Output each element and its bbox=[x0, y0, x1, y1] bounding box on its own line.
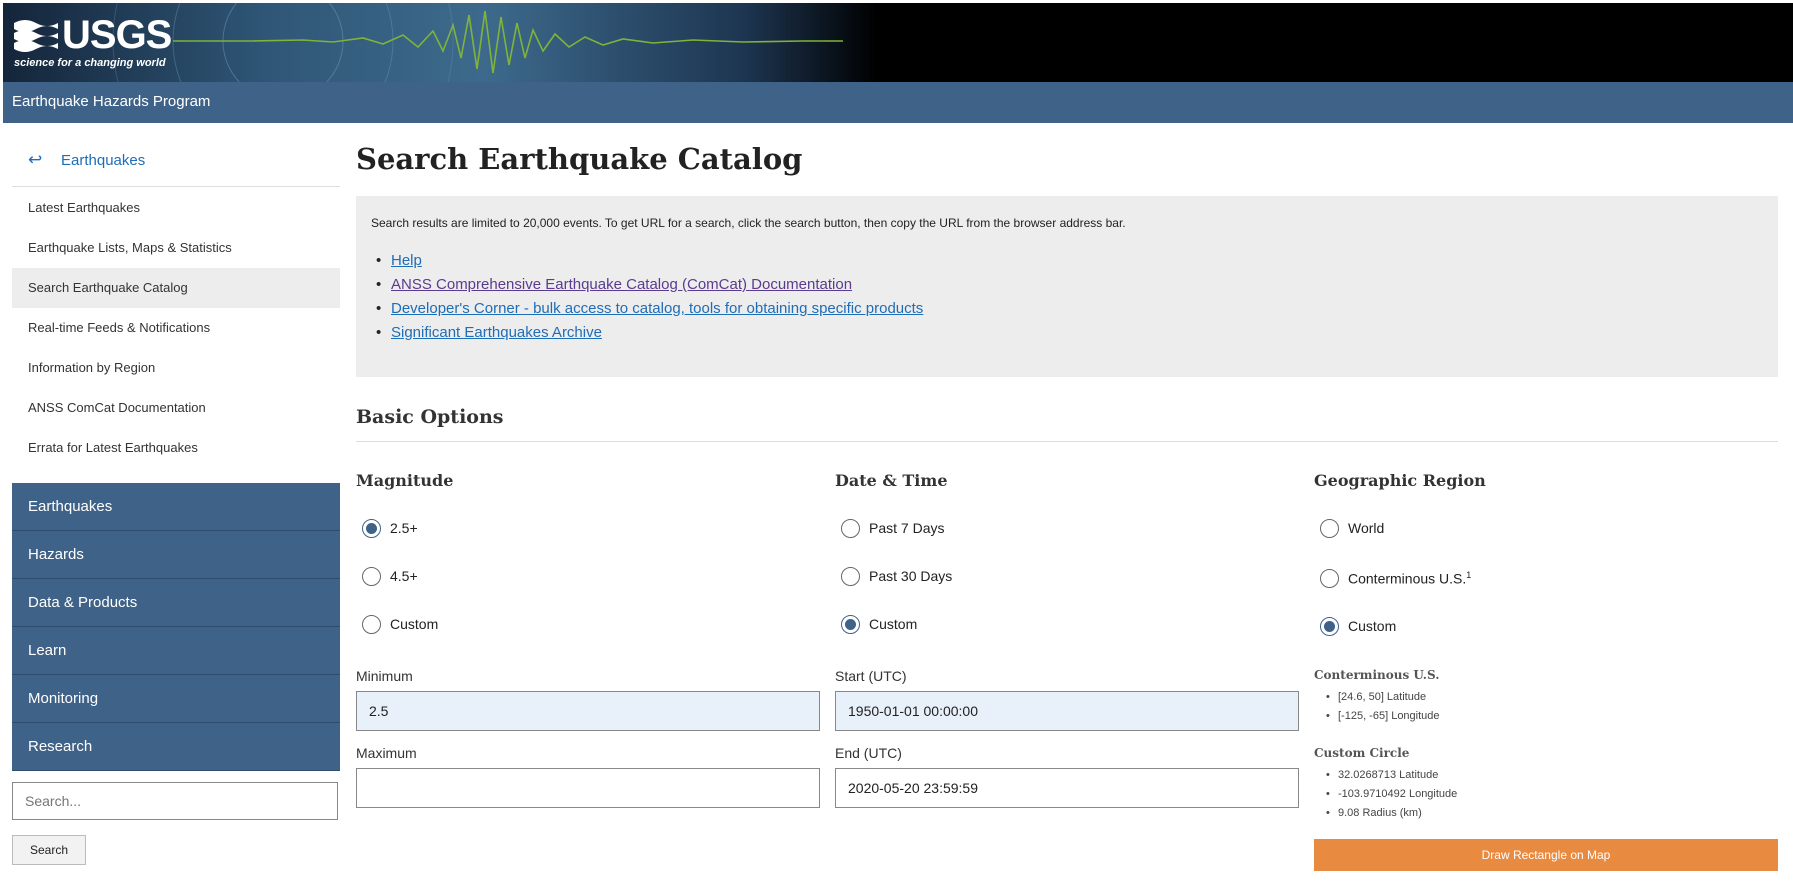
comcat-documentation-link[interactable]: ANSS Comprehensive Earthquake Catalog (C… bbox=[391, 276, 852, 293]
sidebar-item-realtime-feeds[interactable]: Real-time Feeds & Notifications bbox=[12, 308, 340, 348]
sidebar-item-lists-maps-statistics[interactable]: Earthquake Lists, Maps & Statistics bbox=[12, 228, 340, 268]
list-item: ANSS Comprehensive Earthquake Catalog (C… bbox=[376, 276, 923, 300]
help-link[interactable]: Help bbox=[391, 252, 422, 269]
nav-item-earthquakes[interactable]: Earthquakes bbox=[12, 483, 340, 531]
radio-button[interactable] bbox=[362, 615, 381, 634]
radio-label: World bbox=[1348, 520, 1385, 536]
conterminous-us-bounds: [24.6, 50] Latitude [-125, -65] Longitud… bbox=[1326, 691, 1440, 729]
list-item: Help bbox=[376, 252, 923, 276]
usgs-banner: USGS science for a changing world bbox=[3, 3, 1793, 82]
program-bar: Earthquake Hazards Program bbox=[3, 82, 1793, 123]
radio-label: Custom bbox=[390, 616, 439, 632]
radio-button[interactable] bbox=[362, 519, 381, 538]
radio-button[interactable] bbox=[841, 519, 860, 538]
logo-tagline: science for a changing world bbox=[14, 57, 166, 69]
sidebar-item-errata[interactable]: Errata for Latest Earthquakes bbox=[12, 428, 340, 468]
minimum-magnitude-label: Minimum bbox=[356, 668, 413, 684]
section-divider bbox=[356, 441, 1778, 442]
notice-text: Search results are limited to 20,000 eve… bbox=[371, 216, 1126, 230]
help-links-list: Help ANSS Comprehensive Earthquake Catal… bbox=[376, 252, 923, 348]
list-item: Significant Earthquakes Archive bbox=[376, 324, 923, 348]
logo-wordmark: USGS bbox=[62, 13, 172, 57]
radio-label: Past 30 Days bbox=[869, 568, 953, 584]
end-time-label: End (UTC) bbox=[835, 745, 902, 761]
nav-item-monitoring[interactable]: Monitoring bbox=[12, 675, 340, 723]
radio-label-text: Conterminous U.S. bbox=[1348, 570, 1467, 587]
minimum-magnitude-input[interactable] bbox=[356, 691, 820, 731]
usgs-wave-mark-icon bbox=[14, 20, 58, 52]
list-item: [24.6, 50] Latitude bbox=[1326, 691, 1440, 710]
radio-label: Past 7 Days bbox=[869, 520, 945, 536]
radio-button[interactable] bbox=[1320, 569, 1339, 588]
radio-button[interactable] bbox=[1320, 617, 1339, 636]
footnote-marker: 1 bbox=[1466, 570, 1472, 580]
radio-button[interactable] bbox=[362, 567, 381, 586]
site-search-button[interactable]: Search bbox=[12, 835, 86, 865]
site-search-input[interactable] bbox=[12, 782, 338, 820]
datetime-heading: Date & Time bbox=[835, 471, 948, 490]
start-time-label: Start (UTC) bbox=[835, 668, 907, 684]
list-item: 9.08 Radius (km) bbox=[1326, 807, 1457, 826]
list-item: 32.0268713 Latitude bbox=[1326, 769, 1457, 788]
radio-label: Custom bbox=[869, 616, 918, 632]
nav-item-hazards[interactable]: Hazards bbox=[12, 531, 340, 579]
radio-label: 2.5+ bbox=[390, 520, 418, 536]
radio-button[interactable] bbox=[841, 615, 860, 634]
magnitude-heading: Magnitude bbox=[356, 471, 454, 490]
basic-options-heading: Basic Options bbox=[356, 406, 504, 428]
radio-label: Custom bbox=[1348, 618, 1397, 634]
radio-label: Conterminous U.S.1 bbox=[1348, 570, 1471, 587]
radio-label: 4.5+ bbox=[390, 568, 418, 584]
radio-button[interactable] bbox=[841, 567, 860, 586]
end-time-input[interactable] bbox=[835, 768, 1299, 808]
maximum-magnitude-input[interactable] bbox=[356, 768, 820, 808]
developers-corner-link[interactable]: Developer's Corner - bulk access to cata… bbox=[391, 300, 923, 317]
list-item: [-125, -65] Longitude bbox=[1326, 710, 1440, 729]
program-title[interactable]: Earthquake Hazards Program bbox=[12, 93, 210, 110]
sidebar-links: Latest Earthquakes Earthquake Lists, Map… bbox=[12, 188, 340, 468]
list-item: -103.9710492 Longitude bbox=[1326, 788, 1457, 807]
conterminous-us-heading: Conterminous U.S. bbox=[1314, 668, 1440, 682]
sidebar-item-information-by-region[interactable]: Information by Region bbox=[12, 348, 340, 388]
back-link-label: Earthquakes bbox=[61, 152, 146, 169]
notice-box: Search results are limited to 20,000 eve… bbox=[356, 196, 1778, 377]
arrow-left-icon: ↩ bbox=[28, 150, 43, 169]
start-time-input[interactable] bbox=[835, 691, 1299, 731]
nav-item-research[interactable]: Research bbox=[12, 723, 340, 771]
radio-button[interactable] bbox=[1320, 519, 1339, 538]
nav-item-data-products[interactable]: Data & Products bbox=[12, 579, 340, 627]
maximum-magnitude-label: Maximum bbox=[356, 745, 417, 761]
custom-circle-values: 32.0268713 Latitude -103.9710492 Longitu… bbox=[1326, 769, 1457, 826]
region-heading: Geographic Region bbox=[1314, 471, 1486, 490]
list-item: Developer's Corner - bulk access to cata… bbox=[376, 300, 923, 324]
back-to-earthquakes-link[interactable]: ↩ Earthquakes bbox=[12, 138, 340, 187]
sidebar-item-latest-earthquakes[interactable]: Latest Earthquakes bbox=[12, 188, 340, 228]
sidebar-item-comcat-documentation[interactable]: ANSS ComCat Documentation bbox=[12, 388, 340, 428]
sidebar-nav: Earthquakes Hazards Data & Products Lear… bbox=[12, 483, 340, 771]
page-title: Search Earthquake Catalog bbox=[356, 142, 803, 176]
usgs-logo[interactable]: USGS science for a changing world bbox=[12, 9, 172, 75]
draw-rectangle-button[interactable]: Draw Rectangle on Map bbox=[1314, 839, 1778, 871]
significant-earthquakes-link[interactable]: Significant Earthquakes Archive bbox=[391, 324, 602, 341]
nav-item-learn[interactable]: Learn bbox=[12, 627, 340, 675]
custom-circle-heading: Custom Circle bbox=[1314, 746, 1410, 760]
sidebar-item-search-catalog[interactable]: Search Earthquake Catalog bbox=[12, 268, 340, 308]
